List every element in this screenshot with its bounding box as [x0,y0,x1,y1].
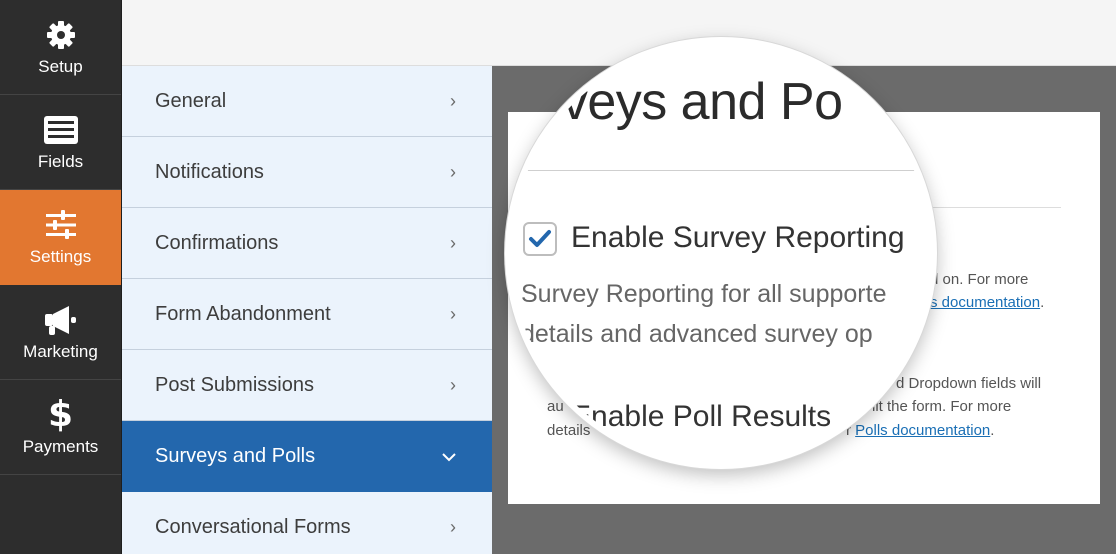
enable-poll-results-label[interactable]: Enable Poll Results [571,400,831,434]
builder-sidebar: Setup Fields Settings Marketing $ Paymen… [0,0,122,554]
chevron-right-icon: › [450,303,456,324]
settings-nav-post-submissions[interactable]: Post Submissions › [122,350,492,421]
chevron-right-icon: › [450,161,456,182]
enable-survey-reporting-checkbox[interactable] [523,222,557,256]
chevron-right-icon: › [450,516,456,537]
settings-nav-label: Confirmations [155,231,279,254]
rail-item-fields[interactable]: Fields [0,95,121,190]
settings-nav: General › Notifications › Confirmations … [122,66,492,554]
settings-nav-form-abandonment[interactable]: Form Abandonment › [122,279,492,350]
form-builder-app: Setup Fields Settings Marketing $ Paymen… [0,0,1116,554]
settings-nav-label: Notifications [155,160,264,183]
settings-nav-notifications[interactable]: Notifications › [122,137,492,208]
settings-nav-surveys-and-polls[interactable]: Surveys and Polls [122,421,492,492]
sliders-icon [45,207,77,243]
rail-item-payments[interactable]: $ Payments [0,380,121,475]
rail-item-settings[interactable]: Settings [0,190,121,285]
rail-item-marketing[interactable]: Marketing [0,285,121,380]
rail-item-label: Marketing [23,342,98,361]
gear-icon [45,17,77,53]
list-icon [43,112,79,148]
rail-item-setup[interactable]: Setup [0,0,121,95]
title-divider [511,170,931,171]
settings-nav-label: Form Abandonment [155,302,331,325]
settings-nav-conversational-forms[interactable]: Conversational Forms › [122,492,492,554]
settings-nav-label: Surveys and Polls [155,444,316,467]
survey-reporting-desc-line1: Survey Reporting for all supporte [521,280,887,308]
rail-item-label: Fields [37,152,84,171]
settings-nav-label: Post Submissions [155,373,314,396]
settings-nav-label: General [155,89,227,112]
survey-reporting-doc-link-line: s documentation. [930,294,1045,311]
settings-nav-label: Conversational Forms [155,515,351,538]
dollar-icon: $ [47,394,74,435]
magnifier-lens: rveys and Po Enable Survey Reporting Sur… [505,37,937,469]
survey-reporting-desc-tail: d on. For more [930,271,1029,288]
settings-nav-general[interactable]: General › [122,66,492,137]
surveys-documentation-link[interactable]: s documentation [930,294,1040,311]
chevron-down-icon [442,446,456,467]
survey-reporting-desc-line2: details and advanced survey op [521,320,873,348]
panel-title: rveys and Po [545,73,843,131]
chevron-right-icon: › [450,90,456,111]
rail-item-label: Payments [22,437,99,456]
megaphone-icon [43,302,79,338]
enable-survey-reporting-label[interactable]: Enable Survey Reporting [571,221,905,255]
rail-item-label: Setup [38,57,83,76]
chevron-right-icon: › [450,232,456,253]
chevron-right-icon: › [450,374,456,395]
checkmark-icon [529,230,551,247]
rail-item-label: Settings [29,247,92,266]
settings-nav-confirmations[interactable]: Confirmations › [122,208,492,279]
